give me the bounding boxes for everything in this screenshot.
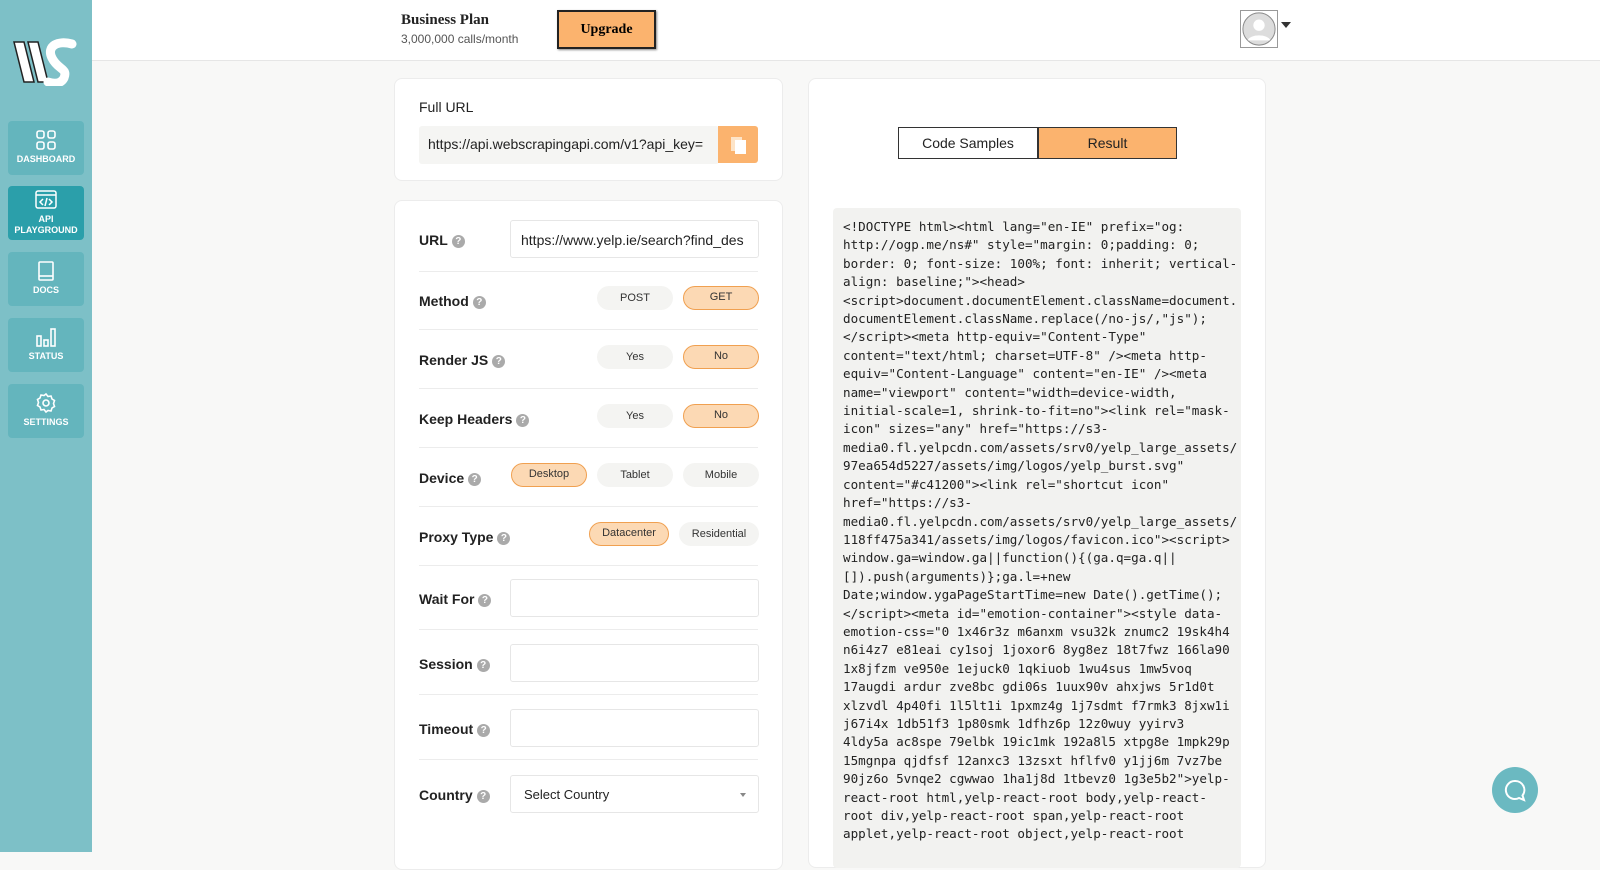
sidebar-item-dashboard[interactable]: DASHBOARD <box>8 121 84 175</box>
country-select[interactable]: Select Country <box>510 775 759 813</box>
help-icon[interactable]: ? <box>468 473 482 486</box>
copy-button[interactable] <box>718 126 758 163</box>
user-avatar-icon <box>1242 12 1276 46</box>
proxy-residential-option[interactable]: Residential <box>679 522 759 546</box>
help-icon[interactable]: ? <box>476 659 490 672</box>
sidebar-item-api-playground[interactable]: API PLAYGROUND <box>8 186 84 240</box>
timeout-label: Timeout <box>419 721 474 737</box>
wait-for-input[interactable] <box>510 579 759 617</box>
country-select-value: Select Country <box>524 787 610 802</box>
chevron-down-icon <box>740 793 746 797</box>
device-label: Device <box>419 470 465 486</box>
help-icon[interactable]: ? <box>451 235 465 248</box>
code-window-icon <box>35 190 57 209</box>
help-icon[interactable]: ? <box>497 532 511 545</box>
sidebar-item-label: API PLAYGROUND <box>14 214 78 235</box>
keep-headers-no-option[interactable]: No <box>683 404 759 428</box>
device-mobile-option[interactable]: Mobile <box>683 463 759 487</box>
render-js-label: Render JS <box>419 352 489 368</box>
full-url-card: Full URL https://api.webscrapingapi.com/… <box>394 78 783 181</box>
help-icon[interactable]: ? <box>492 355 506 368</box>
device-desktop-option[interactable]: Desktop <box>511 463 587 487</box>
result-output: <!DOCTYPE html><html lang="en-IE" prefix… <box>833 208 1241 868</box>
proxy-type-label: Proxy Type <box>419 529 494 545</box>
keep-headers-label: Keep Headers <box>419 411 513 427</box>
plan-title: Business Plan <box>401 12 489 28</box>
method-label: Method <box>419 293 469 309</box>
chat-bubble-icon <box>1504 779 1526 802</box>
upgrade-button[interactable]: Upgrade <box>557 10 656 49</box>
sidebar-item-label: DASHBOARD <box>16 154 76 164</box>
request-form-card: URL? https://www.yelp.ie/search?find_des… <box>394 200 783 870</box>
help-icon[interactable]: ? <box>472 296 486 309</box>
copy-icon <box>731 137 746 154</box>
sidebar-item-label: STATUS <box>28 351 64 361</box>
url-input[interactable]: https://www.yelp.ie/search?find_des <box>510 220 759 258</box>
url-label: URL <box>419 232 448 248</box>
gear-icon <box>36 392 56 414</box>
sidebar-item-settings[interactable]: SETTINGS <box>8 384 84 438</box>
help-icon[interactable]: ? <box>476 790 490 803</box>
chevron-down-icon[interactable] <box>1281 22 1291 28</box>
bar-chart-icon <box>36 328 56 347</box>
timeout-input[interactable] <box>510 709 759 747</box>
grid-icon <box>36 130 56 150</box>
book-icon <box>38 261 54 281</box>
full-url-label: Full URL <box>419 99 474 115</box>
chat-button[interactable] <box>1492 767 1538 813</box>
sidebar-item-status[interactable]: STATUS <box>8 318 84 372</box>
country-label: Country <box>419 787 473 803</box>
avatar[interactable] <box>1240 10 1278 48</box>
keep-headers-yes-option[interactable]: Yes <box>597 404 673 428</box>
method-post-option[interactable]: POST <box>597 286 673 310</box>
webscrapingapi-logo[interactable] <box>12 38 80 86</box>
device-tablet-option[interactable]: Tablet <box>597 463 673 487</box>
tab-result[interactable]: Result <box>1038 127 1177 159</box>
method-get-option[interactable]: GET <box>683 286 759 310</box>
help-icon[interactable]: ? <box>516 414 530 427</box>
render-js-yes-option[interactable]: Yes <box>597 345 673 369</box>
render-js-no-option[interactable]: No <box>683 345 759 369</box>
result-card: Code Samples Result <!DOCTYPE html><html… <box>808 78 1266 868</box>
session-label: Session <box>419 656 473 672</box>
help-icon[interactable]: ? <box>477 724 491 737</box>
wait-for-label: Wait For <box>419 591 475 607</box>
help-icon[interactable]: ? <box>478 594 492 607</box>
plan-quota: 3,000,000 calls/month <box>401 32 519 46</box>
sidebar-item-docs[interactable]: DOCS <box>8 252 84 306</box>
tab-code-samples[interactable]: Code Samples <box>898 127 1038 159</box>
session-input[interactable] <box>510 644 759 682</box>
sidebar-item-label: DOCS <box>32 285 59 295</box>
sidebar: DASHBOARD API PLAYGROUND DOCS STATUS SET… <box>0 0 92 852</box>
full-url-field[interactable]: https://api.webscrapingapi.com/v1?api_ke… <box>419 126 719 164</box>
sidebar-item-label: SETTINGS <box>23 417 69 427</box>
top-header: Business Plan 3,000,000 calls/month Upgr… <box>92 0 1600 61</box>
proxy-datacenter-option[interactable]: Datacenter <box>589 522 669 546</box>
